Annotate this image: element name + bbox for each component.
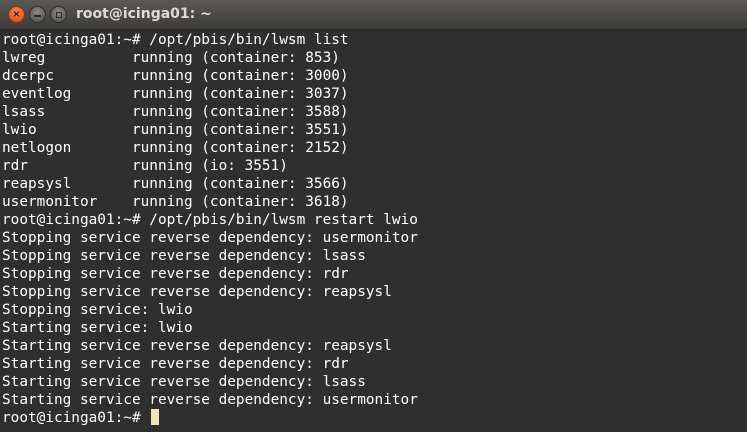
terminal-line: Stopping service reverse dependency: rea… <box>2 284 392 300</box>
terminal-line: Stopping service: lwio <box>2 302 193 318</box>
terminal-line: eventlog running (container: 3037) <box>2 86 349 102</box>
maximize-icon <box>55 11 62 18</box>
terminal-line: netlogon running (container: 2152) <box>2 140 349 156</box>
minimize-button[interactable] <box>29 6 46 23</box>
terminal-line: lwreg running (container: 853) <box>2 50 340 66</box>
window-title: root@icinga01: ~ <box>76 6 212 22</box>
terminal-line: Starting service reverse dependency: lsa… <box>2 374 366 390</box>
terminal-line: root@icinga01:~# /opt/pbis/bin/lwsm rest… <box>2 212 418 228</box>
terminal-window: × root@icinga01: ~ root@icinga01:~# /opt… <box>0 0 747 432</box>
terminal-line: Stopping service reverse dependency: use… <box>2 230 418 246</box>
terminal-line: Starting service reverse dependency: rdr <box>2 356 349 372</box>
close-button[interactable]: × <box>8 6 25 23</box>
terminal-prompt-line[interactable]: root@icinga01:~# <box>2 409 747 427</box>
terminal-line: dcerpc running (container: 3000) <box>2 68 349 84</box>
title-bar[interactable]: × root@icinga01: ~ <box>0 0 747 30</box>
terminal-line: Starting service reverse dependency: use… <box>2 392 418 408</box>
terminal-line: Stopping service reverse dependency: rdr <box>2 266 349 282</box>
close-icon: × <box>12 8 21 20</box>
minimize-icon <box>34 14 41 17</box>
terminal-line: Stopping service reverse dependency: lsa… <box>2 248 366 264</box>
terminal-line: usermonitor running (container: 3618) <box>2 194 349 210</box>
terminal-cursor <box>151 409 160 425</box>
terminal-prompt: root@icinga01:~# <box>2 410 150 426</box>
maximize-button[interactable] <box>50 6 67 23</box>
terminal-line: Starting service: lwio <box>2 320 193 336</box>
terminal-line: reapsysl running (container: 3566) <box>2 176 349 192</box>
terminal-line: rdr running (io: 3551) <box>2 158 288 174</box>
terminal-line: Starting service reverse dependency: rea… <box>2 338 392 354</box>
terminal-output[interactable]: root@icinga01:~# /opt/pbis/bin/lwsm list… <box>0 30 747 432</box>
terminal-line: root@icinga01:~# /opt/pbis/bin/lwsm list <box>2 32 349 48</box>
terminal-line: lwio running (container: 3551) <box>2 122 349 138</box>
terminal-line: lsass running (container: 3588) <box>2 104 349 120</box>
